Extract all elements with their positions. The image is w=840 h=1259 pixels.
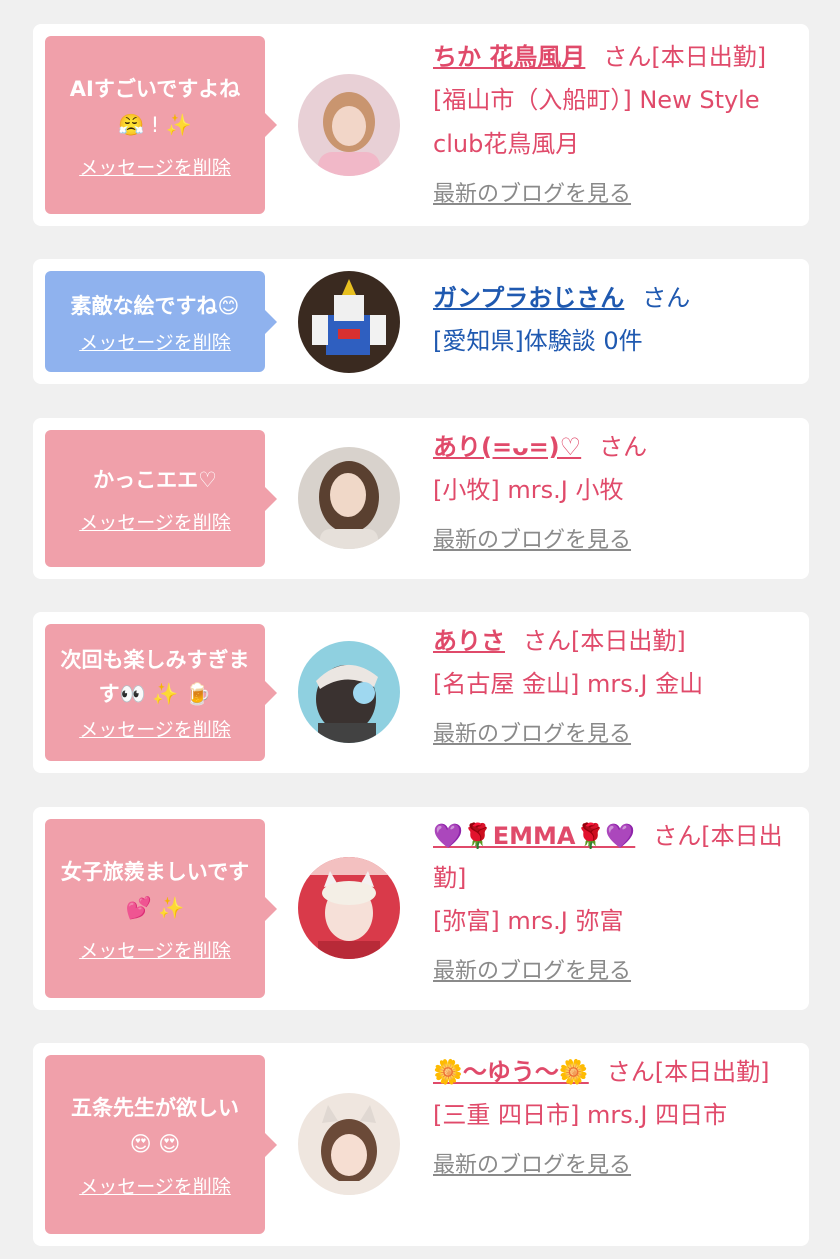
shop-label: [福山市（入船町）] New Style club花鳥風月 bbox=[433, 86, 760, 158]
delete-message-link[interactable]: メッセージを削除 bbox=[79, 936, 231, 963]
avatar[interactable] bbox=[298, 1093, 400, 1195]
profile-info: 💜🌹EMMA🌹💜 さん[本日出勤] [弥富] mrs.J 弥富 最新のブログを見る bbox=[433, 815, 803, 985]
message-card: 女子旅羨ましいです💕 ✨ メッセージを削除 💜🌹EMMA🌹💜 さん[本日出勤] [… bbox=[33, 807, 809, 1010]
status-label: さん[本日出勤] bbox=[603, 43, 767, 71]
profile-name-link[interactable]: 🌼〜ゆう〜🌼 bbox=[433, 1058, 589, 1086]
profile-name-link[interactable]: 💜🌹EMMA🌹💜 bbox=[433, 822, 635, 850]
message-emoji: 😤 ! ✨ bbox=[117, 112, 193, 137]
message-emoji: 😍 😍 bbox=[129, 1132, 181, 1156]
status-label: さん bbox=[642, 284, 691, 312]
message-card: 素敵な絵ですね😊 メッセージを削除 ガンプラおじさん さん [愛知県]体験談 0件 bbox=[33, 259, 809, 384]
woman-with-cap-icon bbox=[298, 641, 400, 743]
shop-label: [名古屋 金山] mrs.J 金山 bbox=[433, 670, 704, 698]
delete-message-link[interactable]: メッセージを削除 bbox=[79, 508, 231, 535]
woman-portrait-icon bbox=[298, 447, 400, 549]
woman-portrait-icon bbox=[298, 74, 400, 176]
avatar[interactable] bbox=[298, 447, 400, 549]
message-card: 次回も楽しみすぎます👀 ✨ 🍺 メッセージを削除 ありさ さん[本日出勤] [名古… bbox=[33, 612, 809, 773]
message-text: 五条先生が欲しい 😍 😍 bbox=[71, 1096, 239, 1156]
gundam-model-icon bbox=[298, 271, 400, 373]
avatar[interactable] bbox=[298, 74, 400, 176]
message-text: 次回も楽しみすぎます👀 ✨ 🍺 bbox=[60, 648, 250, 706]
shop-label: [愛知県]体験談 0件 bbox=[433, 327, 643, 355]
message-bubble: 五条先生が欲しい 😍 😍 メッセージを削除 bbox=[45, 1055, 277, 1234]
message-bubble: かっこエエ♡ メッセージを削除 bbox=[45, 430, 277, 567]
profile-name-link[interactable]: あり(=ᴗ=)♡ bbox=[433, 433, 581, 461]
delete-message-link[interactable]: メッセージを削除 bbox=[79, 328, 231, 355]
message-card: かっこエエ♡ メッセージを削除 あり(=ᴗ=)♡ さん [小牧] mrs.J 小牧… bbox=[33, 418, 809, 579]
profile-info: ありさ さん[本日出勤] [名古屋 金山] mrs.J 金山 最新のブログを見る bbox=[433, 620, 803, 748]
profile-info: ちか 花鳥風月 さん[本日出勤] [福山市（入船町）] New Style clu… bbox=[433, 36, 803, 208]
avatar[interactable] bbox=[298, 641, 400, 743]
message-card: 五条先生が欲しい 😍 😍 メッセージを削除 🌼〜ゆう〜🌼 さん[本日出勤] [三重… bbox=[33, 1043, 809, 1246]
latest-blog-link[interactable]: 最新のブログを見る bbox=[433, 953, 631, 985]
latest-blog-link[interactable]: 最新のブログを見る bbox=[433, 716, 631, 748]
profile-info: 🌼〜ゆう〜🌼 さん[本日出勤] [三重 四日市] mrs.J 四日市 最新のブログ… bbox=[433, 1051, 803, 1179]
delete-message-link[interactable]: メッセージを削除 bbox=[79, 1172, 231, 1199]
profile-name-link[interactable]: ガンプラおじさん bbox=[433, 284, 624, 312]
profile-name-link[interactable]: ちか 花鳥風月 bbox=[433, 43, 585, 71]
woman-cat-ears-icon bbox=[298, 857, 400, 959]
profile-name-link[interactable]: ありさ bbox=[433, 627, 505, 655]
message-text: 女子旅羨ましいです💕 ✨ bbox=[60, 860, 250, 920]
profile-info: あり(=ᴗ=)♡ さん [小牧] mrs.J 小牧 最新のブログを見る bbox=[433, 426, 803, 554]
message-bubble: 次回も楽しみすぎます👀 ✨ 🍺 メッセージを削除 bbox=[45, 624, 277, 761]
avatar[interactable] bbox=[298, 271, 400, 373]
message-emoji: 😊 bbox=[217, 294, 240, 318]
message-bubble: AIすごいですよね 😤 ! ✨ メッセージを削除 bbox=[45, 36, 277, 214]
message-card: AIすごいですよね 😤 ! ✨ メッセージを削除 ちか 花鳥風月 さん[本日出勤]… bbox=[33, 24, 809, 226]
message-text: AIすごいですよね 😤 ! ✨ bbox=[69, 76, 241, 137]
woman-cat-ears-icon bbox=[298, 1093, 400, 1195]
avatar[interactable] bbox=[298, 857, 400, 959]
latest-blog-link[interactable]: 最新のブログを見る bbox=[433, 522, 631, 554]
status-label: さん[本日出勤] bbox=[606, 1058, 770, 1086]
message-text: かっこエエ♡ bbox=[93, 468, 217, 492]
latest-blog-link[interactable]: 最新のブログを見る bbox=[433, 176, 631, 208]
shop-label: [小牧] mrs.J 小牧 bbox=[433, 476, 624, 504]
delete-message-link[interactable]: メッセージを削除 bbox=[79, 153, 231, 180]
status-label: さん bbox=[599, 433, 648, 461]
latest-blog-link[interactable]: 最新のブログを見る bbox=[433, 1147, 631, 1179]
message-bubble: 素敵な絵ですね😊 メッセージを削除 bbox=[45, 271, 277, 372]
message-emoji: 💕 ✨ bbox=[125, 896, 185, 920]
message-text: 素敵な絵ですね😊 bbox=[70, 294, 240, 318]
status-label: さん[本日出勤] bbox=[523, 627, 686, 655]
message-bubble: 女子旅羨ましいです💕 ✨ メッセージを削除 bbox=[45, 819, 277, 998]
message-emoji: 👀 ✨ 🍺 bbox=[119, 682, 212, 706]
profile-info: ガンプラおじさん さん [愛知県]体験談 0件 bbox=[433, 277, 803, 363]
delete-message-link[interactable]: メッセージを削除 bbox=[79, 715, 231, 742]
shop-label: [三重 四日市] mrs.J 四日市 bbox=[433, 1101, 728, 1129]
message-list: AIすごいですよね 😤 ! ✨ メッセージを削除 ちか 花鳥風月 さん[本日出勤]… bbox=[0, 0, 840, 1259]
shop-label: [弥富] mrs.J 弥富 bbox=[433, 907, 624, 935]
